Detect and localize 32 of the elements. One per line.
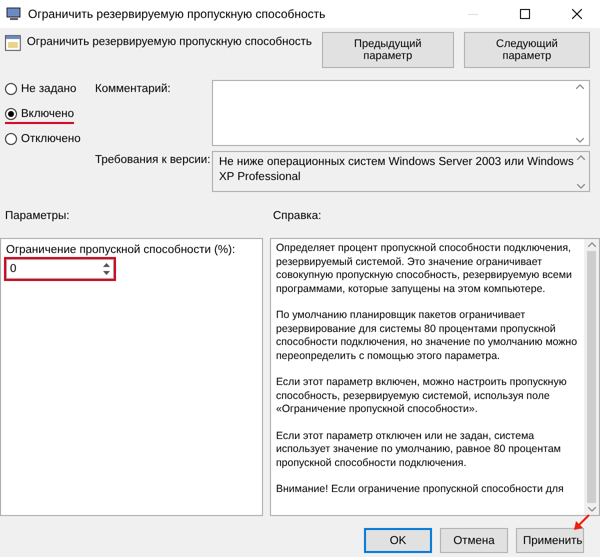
scroll-up-icon[interactable] [577,155,586,160]
help-label: Справка: [273,210,322,222]
help-paragraph: Если этот параметр отключен или не задан, система использует значение по умолчанию, равное 80 процентам пропускной способности подключения. [276,430,562,470]
spin-arrows-icon[interactable] [102,262,111,276]
help-paragraph: По умолчанию планировщик пакетов ограничивает резервирование для системы 80 процентами пропускной способности подключения, но значение по умолчанию можно переопределить с помощью этого параметра. [276,309,578,363]
requirements-text: Не ниже операционных систем Windows Server 2003 или Windows XP Professional [219,155,575,185]
dialog-button[interactable]: Применить [516,528,584,553]
policy-title: Ограничить резервируемую пропускную способность [26,36,312,48]
navigation-button[interactable]: Следующий параметр [464,32,590,68]
scrollbar[interactable] [584,239,599,515]
comment-field[interactable] [212,80,590,146]
dialog-button[interactable]: Отмена [440,528,508,553]
scroll-down-icon[interactable] [577,184,586,189]
scroll-down-icon[interactable] [576,138,584,143]
window-title: Ограничить резервируемую пропускную способность [28,7,326,21]
scroll-down-icon[interactable] [588,507,596,512]
navigation-button[interactable]: Предыдущий параметр [322,32,454,68]
radio-option[interactable]: Не задано [5,82,76,99]
comment-label: Комментарий: [95,82,172,97]
spin-label: Ограничение пропускной способности (%): [6,244,236,256]
help-paragraph: Если этот параметр включен, можно настроить пропускную способность, резервируемую системой, используя поле «Ограничение пропускной способности». [276,376,568,416]
radio-option[interactable]: Включено [5,107,74,124]
scroll-up-icon[interactable] [588,242,596,247]
dialog-button[interactable]: OK [364,528,432,553]
settings-window-icon [5,35,21,51]
help-paragraph: Определяет процент пропускной способности подключения, резервируемый системой. Это значение ограничивает совокупную пропускную способность, резервируемую всеми программами, которые запущены на этом компьютере. [276,242,573,296]
spin-field[interactable]: 0 [6,259,114,279]
radio-option[interactable]: Отключено [5,132,81,149]
help-paragraph: Внимание! Если ограничение пропускной способности для [276,483,565,496]
scroll-up-icon[interactable] [576,84,584,89]
options-label: Параметры: [5,210,70,222]
requirements-label: Требования к версии: [95,153,212,168]
